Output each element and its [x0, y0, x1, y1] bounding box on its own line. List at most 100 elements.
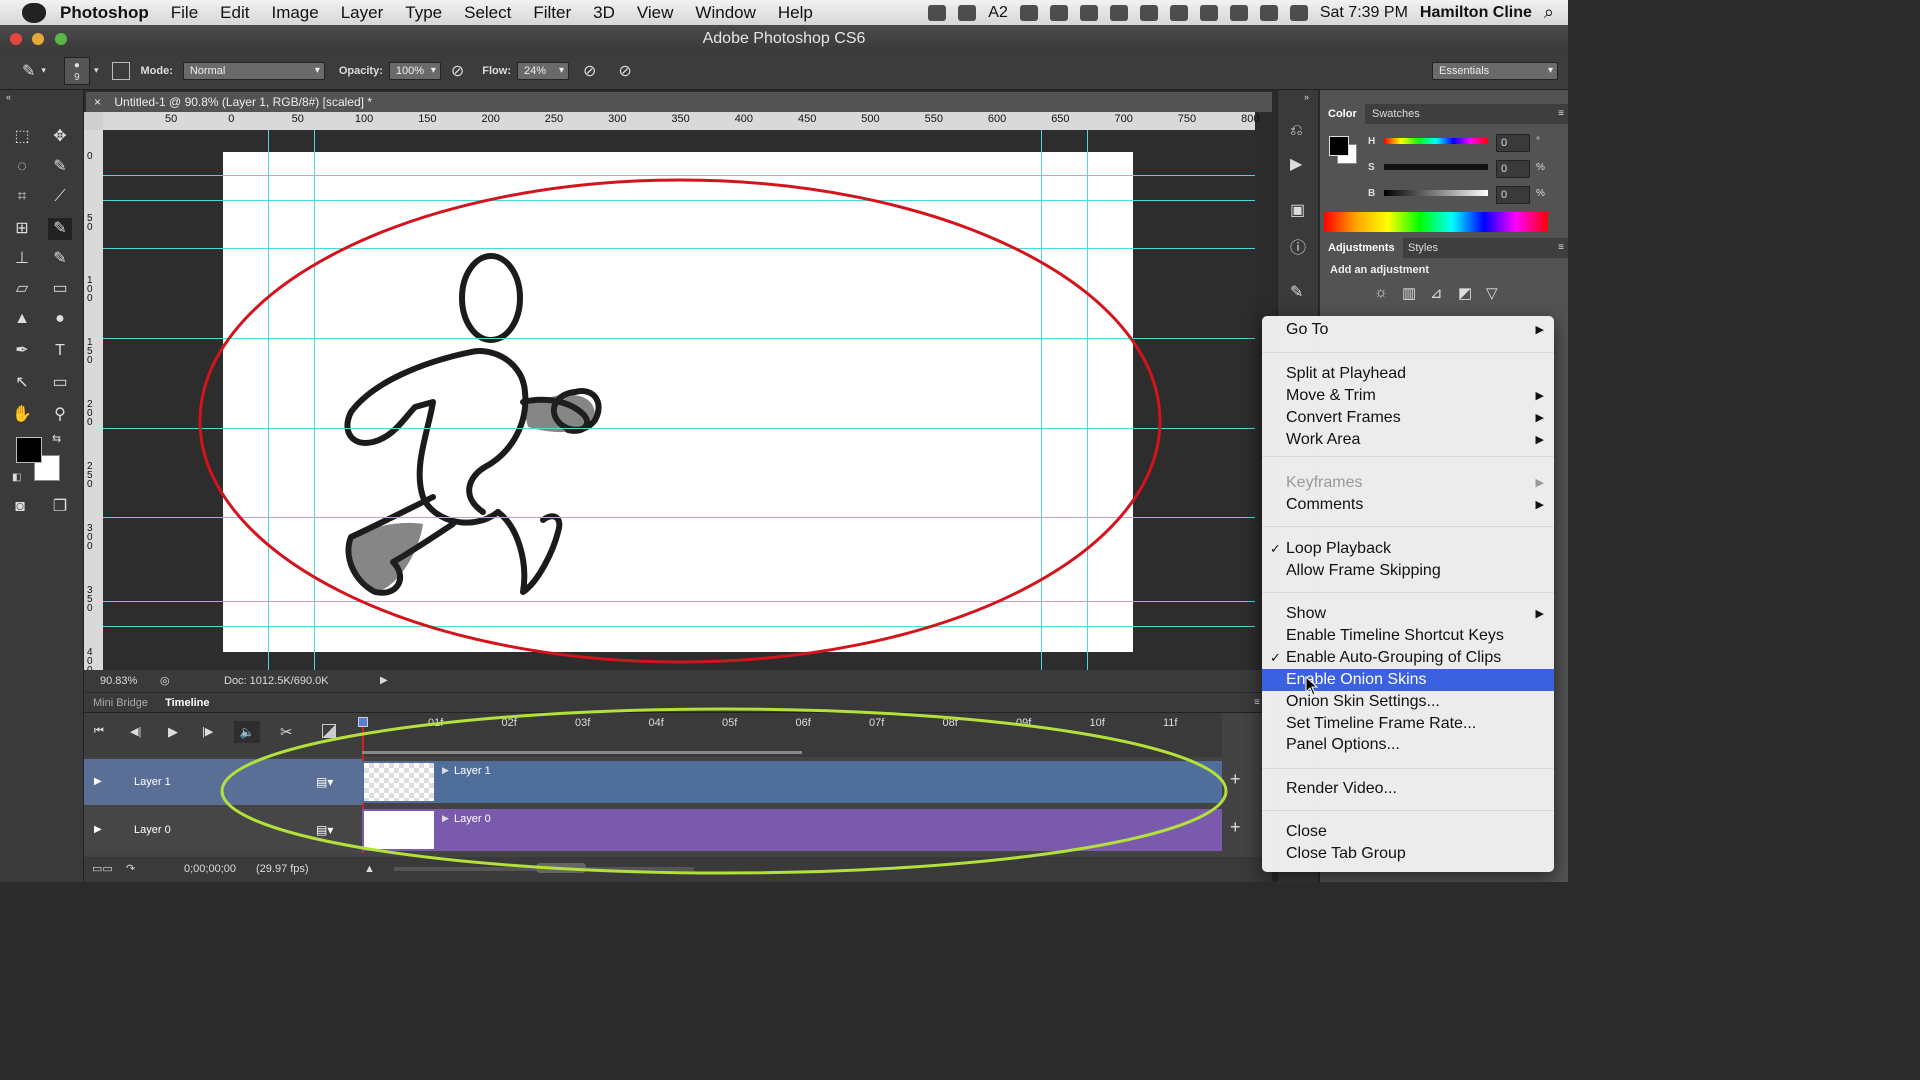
zoom-level[interactable]: 90.83%: [100, 670, 137, 692]
clip-expand-arrow-icon[interactable]: ▶: [442, 765, 449, 776]
vibrance-icon[interactable]: ▽: [1486, 284, 1498, 302]
marquee-tool-icon[interactable]: ⬚: [10, 126, 34, 148]
timeline-panel-menu-icon[interactable]: ≡: [1254, 693, 1260, 713]
tab-color[interactable]: Color: [1320, 104, 1365, 124]
menu-image[interactable]: Image: [271, 3, 318, 23]
value-field[interactable]: 0: [1496, 134, 1530, 152]
menu-item-convert-frames[interactable]: Convert Frames ▶: [1262, 407, 1554, 429]
menu-type[interactable]: Type: [405, 3, 442, 23]
go-to-first-frame-icon[interactable]: ⏮: [94, 725, 104, 738]
guide-vertical[interactable]: [1087, 130, 1088, 670]
minimize-window-icon[interactable]: [32, 33, 44, 45]
ruler-corner[interactable]: [84, 112, 103, 130]
menu-item-go-to[interactable]: Go To ▶: [1262, 319, 1554, 341]
brush-panel-icon[interactable]: [112, 61, 131, 80]
grid-icon[interactable]: [1079, 4, 1098, 21]
tab-styles[interactable]: Styles: [1408, 242, 1438, 254]
guide-horizontal[interactable]: [103, 338, 1255, 339]
tab-timeline[interactable]: Timeline: [165, 697, 209, 709]
menu-window[interactable]: Window: [695, 3, 755, 23]
menu-item-render-video[interactable]: Render Video...: [1262, 778, 1554, 800]
guide-horizontal[interactable]: [103, 601, 1255, 602]
wifi-icon[interactable]: [1229, 4, 1248, 21]
value-field[interactable]: 0: [1496, 160, 1530, 178]
menu-file[interactable]: File: [171, 3, 198, 23]
playhead[interactable]: [358, 717, 368, 727]
pressure-opacity-icon[interactable]: ⊘: [451, 61, 464, 81]
volume-icon[interactable]: [1259, 4, 1278, 21]
value-field[interactable]: 0: [1496, 186, 1530, 204]
battery-icon[interactable]: [1289, 4, 1308, 21]
color-spectrum-bar[interactable]: [1324, 212, 1548, 232]
guide-horizontal[interactable]: [103, 626, 1255, 627]
menu-item-close[interactable]: Close: [1262, 821, 1554, 843]
move-tool-icon[interactable]: ✥: [48, 126, 72, 148]
guide-vertical[interactable]: [268, 130, 269, 670]
menu-item-loop-playback[interactable]: ✓ Loop Playback: [1262, 538, 1554, 560]
brightness-slider[interactable]: [1384, 190, 1488, 196]
previous-frame-icon[interactable]: ◀|: [130, 725, 141, 738]
clip-layer-1[interactable]: ▶ Layer 1: [362, 761, 1222, 803]
sync-icon[interactable]: [958, 4, 977, 21]
actions-panel-icon[interactable]: ▶: [1290, 154, 1302, 174]
workspace-dropdown[interactable]: Essentials: [1432, 61, 1558, 80]
brush-tool-icon[interactable]: ✎: [22, 61, 35, 81]
track-header-layer-0[interactable]: ▶ Layer 0 ▤▾: [84, 807, 362, 853]
eyedropper-tool-icon[interactable]: ⟋: [48, 186, 72, 208]
brightness-contrast-icon[interactable]: ☼: [1374, 284, 1388, 301]
type-tool-icon[interactable]: T: [48, 340, 72, 362]
track-filmstrip-icon[interactable]: ▤▾: [316, 807, 333, 853]
layer-comps-panel-icon[interactable]: ▣: [1290, 200, 1305, 220]
apple-menu-icon[interactable]: [22, 2, 46, 23]
menu-view[interactable]: View: [637, 3, 674, 23]
menu-item-enable-timeline-shortcut-keys[interactable]: Enable Timeline Shortcut Keys: [1262, 625, 1554, 647]
lasso-tool-icon[interactable]: ◌: [10, 156, 34, 178]
menu-item-comments[interactable]: Comments ▶: [1262, 494, 1554, 516]
hue-slider[interactable]: [1384, 138, 1488, 144]
expand-track-arrow-icon[interactable]: ▶: [94, 759, 102, 805]
foreground-color-swatch[interactable]: [16, 437, 42, 463]
menu-help[interactable]: Help: [778, 3, 813, 23]
transition-icon[interactable]: [322, 724, 336, 738]
timeline-zoom-thumb[interactable]: [536, 863, 586, 873]
pressure-size-icon[interactable]: ⊘: [618, 61, 631, 81]
history-panel-icon[interactable]: ⎌: [1290, 122, 1303, 140]
history-brush-tool-icon[interactable]: ✎: [48, 248, 72, 270]
menu-item-enable-auto-grouping-of-clips[interactable]: ✓ Enable Auto-Grouping of Clips: [1262, 647, 1554, 669]
mode-dropdown[interactable]: Normal: [182, 61, 325, 80]
guide-horizontal[interactable]: [103, 428, 1255, 429]
info-panel-icon[interactable]: ⓘ: [1290, 234, 1306, 258]
levels-icon[interactable]: ▥: [1402, 284, 1416, 302]
guide-horizontal[interactable]: [103, 248, 1255, 249]
flow-field[interactable]: 24%: [517, 61, 569, 80]
collapse-panel-icon[interactable]: «: [6, 92, 11, 102]
guide-horizontal[interactable]: [103, 175, 1255, 176]
user-name[interactable]: Hamilton Cline: [1420, 4, 1532, 22]
exposure-icon[interactable]: ◩: [1458, 284, 1472, 302]
close-window-icon[interactable]: [10, 33, 22, 45]
blur-tool-icon[interactable]: ▲: [10, 308, 34, 330]
next-frame-icon[interactable]: |▶: [202, 725, 213, 738]
guide-horizontal[interactable]: [103, 200, 1255, 201]
guide-vertical[interactable]: [1041, 130, 1042, 670]
path-selection-tool-icon[interactable]: ↖: [10, 372, 34, 394]
audio-mute-icon[interactable]: 🔈: [234, 721, 260, 743]
brush-size-picker[interactable]: ● 9: [63, 56, 90, 85]
time-machine-icon[interactable]: [1169, 4, 1188, 21]
shape-tool-icon[interactable]: ▭: [48, 372, 72, 394]
tab-adjustments[interactable]: Adjustments: [1320, 238, 1403, 258]
zoom-options-icon[interactable]: ◎: [160, 670, 170, 692]
menu-app-name[interactable]: Photoshop: [60, 3, 149, 23]
hand-tool-icon[interactable]: ✋: [10, 404, 34, 426]
saturation-slider[interactable]: [1384, 164, 1488, 170]
close-document-icon[interactable]: ×: [94, 95, 101, 109]
tab-swatches[interactable]: Swatches: [1372, 108, 1420, 120]
track-filmstrip-icon[interactable]: ▤▾: [316, 759, 333, 805]
menu-select[interactable]: Select: [464, 3, 511, 23]
opacity-field[interactable]: 100%: [388, 61, 441, 80]
bluetooth-icon[interactable]: [1199, 4, 1218, 21]
network-icon[interactable]: [1049, 4, 1068, 21]
menu-item-panel-options[interactable]: Panel Options...: [1262, 734, 1554, 756]
dodge-tool-icon[interactable]: ●: [48, 308, 72, 330]
swap-colors-icon[interactable]: ⇆: [52, 432, 61, 445]
